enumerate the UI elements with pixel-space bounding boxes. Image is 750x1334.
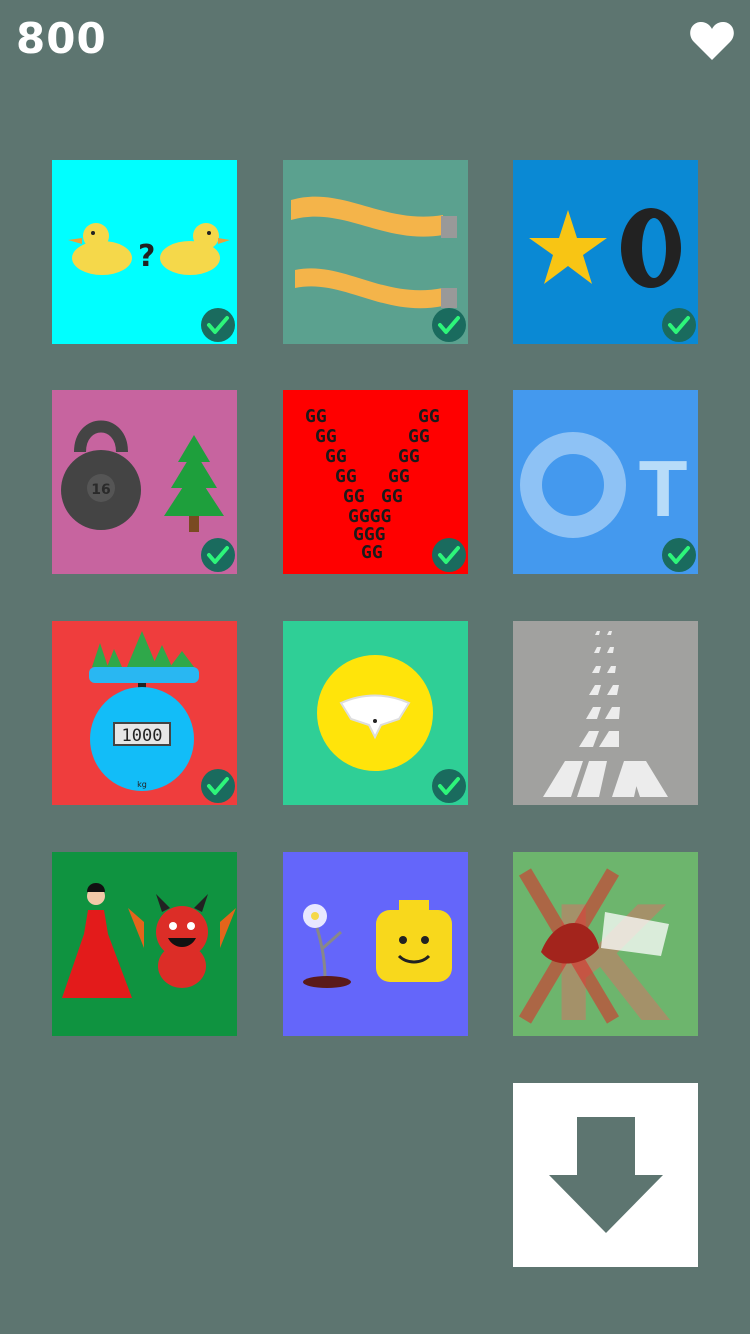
svg-text:GG: GG [361, 542, 383, 563]
check-circle-icon [201, 538, 235, 572]
svg-text:GG: GG [388, 466, 410, 487]
svg-text:GG: GG [398, 446, 420, 467]
lego-head-icon [376, 900, 452, 982]
puzzle-tile-9[interactable] [513, 621, 698, 805]
svg-text:?: ? [138, 239, 155, 274]
svg-text:GG: GG [343, 486, 365, 507]
svg-text:GG: GG [305, 406, 327, 427]
svg-text:GG: GG [408, 426, 430, 447]
svg-text:GG: GG [381, 486, 403, 507]
puzzle-tile-2[interactable] [283, 160, 468, 344]
check-circle-icon [432, 308, 466, 342]
check-circle-icon [201, 769, 235, 803]
puzzle-tile-11[interactable] [283, 852, 468, 1036]
check-circle-icon [662, 538, 696, 572]
kettlebell-weight: 16 [91, 482, 110, 498]
svg-text:GG: GG [315, 426, 337, 447]
scale-icon: 1000 kg [90, 687, 194, 791]
puzzle-tile-12[interactable]: K [513, 852, 698, 1036]
check-circle-icon [201, 308, 235, 342]
svg-text:GG: GG [418, 406, 440, 427]
heart-icon[interactable] [689, 20, 735, 62]
score-counter: 800 [16, 14, 107, 63]
next-page-button[interactable] [513, 1083, 698, 1267]
puzzle-tile-8[interactable] [283, 621, 468, 805]
check-circle-icon [432, 769, 466, 803]
puzzle-tile-10[interactable] [52, 852, 237, 1036]
puzzle-tile-4[interactable]: 16 [52, 390, 237, 574]
check-circle-icon [432, 538, 466, 572]
svg-text:kg: kg [137, 780, 147, 789]
puzzle-tile-6[interactable]: T [513, 390, 698, 574]
puzzle-tile-3[interactable] [513, 160, 698, 344]
svg-text:GG: GG [335, 466, 357, 487]
puzzle-tile-7[interactable]: 1000 kg [52, 621, 237, 805]
svg-text:GG: GG [325, 446, 347, 467]
puzzle-tile-1[interactable]: ? [52, 160, 237, 344]
puzzle-tile-5[interactable]: GG GG GG GG GG GG GG GG GG GG GGGG GGG GG [283, 390, 468, 574]
svg-text:T: T [639, 444, 688, 533]
arrow-down-icon [549, 1117, 663, 1233]
scale-display: 1000 [122, 726, 163, 746]
check-circle-icon [662, 308, 696, 342]
